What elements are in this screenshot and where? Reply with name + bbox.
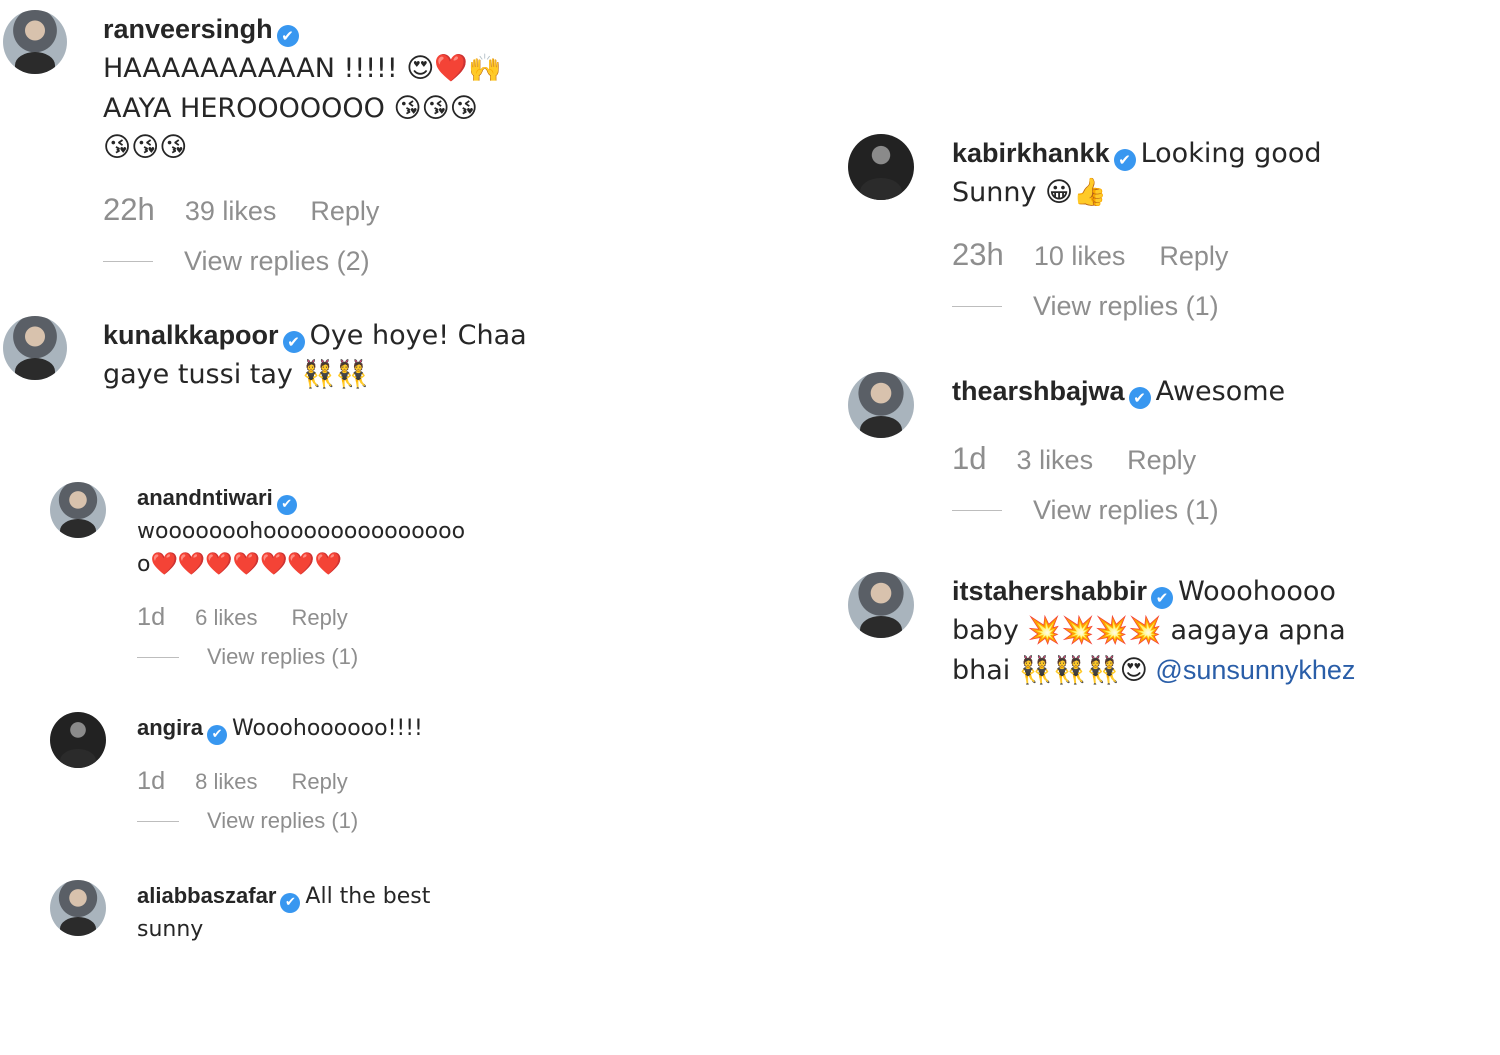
verified-badge-icon: ✔ bbox=[1128, 387, 1151, 409]
timestamp: 1d bbox=[137, 767, 166, 796]
comment-itstahershabbir: itstahershabbir ✔ Wooohoooo baby 💥💥💥💥 aaga… bbox=[848, 572, 1355, 690]
view-replies-label[interactable]: View replies (1) bbox=[207, 808, 358, 834]
avatar[interactable] bbox=[50, 712, 106, 768]
comment-line: wooooooohooooooooooooooo bbox=[137, 519, 466, 544]
comment-line: Wooohoooo bbox=[1178, 576, 1336, 607]
comment-body: kabirkhankk ✔ Looking good Sunny 😀👍 23h 10 … bbox=[952, 134, 1322, 322]
view-replies[interactable]: View replies (2) bbox=[103, 246, 502, 277]
timestamp: 22h bbox=[103, 191, 155, 227]
timestamp: 1d bbox=[952, 441, 987, 477]
comment-line: sunny bbox=[137, 917, 204, 943]
view-replies[interactable]: View replies (1) bbox=[137, 644, 465, 670]
view-replies[interactable]: View replies (1) bbox=[952, 495, 1285, 526]
reply-button[interactable]: Reply bbox=[292, 605, 348, 630]
avatar[interactable] bbox=[50, 482, 106, 538]
comment-body: thearshbajwa ✔ Awesome 1d 3 likes Reply View… bbox=[952, 372, 1285, 526]
comment-line: o❤️❤️❤️❤️❤️❤️❤️ bbox=[137, 552, 343, 578]
verified-badge-icon: ✔ bbox=[1151, 587, 1174, 609]
avatar[interactable] bbox=[848, 572, 914, 638]
comment-line: All the best bbox=[305, 884, 431, 909]
comment-angira: angira ✔ Wooohoooooo!!!! 1d 8 likes Reply Vi… bbox=[50, 712, 423, 834]
comment-kabirkhankk: kabirkhankk ✔ Looking good Sunny 😀👍 23h 10 … bbox=[848, 134, 1322, 322]
comment-meta: 23h 10 likes Reply bbox=[952, 237, 1322, 273]
username[interactable]: aliabbaszafar bbox=[137, 883, 276, 908]
verified-badge-icon: ✔ bbox=[276, 495, 297, 515]
comment-ranveersingh: ranveersingh ✔ HAAAAAAAAAAN !!!!! 😍❤️🙌 AA… bbox=[3, 10, 502, 277]
comment-body: anandntiwari ✔ wooooooohooooooooooooooo o… bbox=[137, 482, 465, 670]
verified-badge-icon: ✔ bbox=[280, 893, 301, 913]
reply-button[interactable]: Reply bbox=[1159, 241, 1228, 271]
likes-count[interactable]: 10 likes bbox=[1034, 241, 1126, 271]
replies-divider bbox=[103, 260, 153, 262]
likes-count[interactable]: 6 likes bbox=[195, 605, 257, 630]
comment-body: angira ✔ Wooohoooooo!!!! 1d 8 likes Reply Vi… bbox=[137, 712, 423, 834]
reply-button[interactable]: Reply bbox=[310, 196, 379, 226]
avatar[interactable] bbox=[848, 372, 914, 438]
timestamp: 1d bbox=[137, 603, 166, 632]
likes-count[interactable]: 39 likes bbox=[185, 196, 277, 226]
username[interactable]: angira bbox=[137, 715, 203, 740]
username[interactable]: thearshbajwa bbox=[952, 376, 1125, 406]
comment-meta: 1d 6 likes Reply bbox=[137, 603, 465, 632]
verified-badge-icon: ✔ bbox=[207, 725, 228, 745]
username[interactable]: kabirkhankk bbox=[952, 138, 1110, 168]
view-replies[interactable]: View replies (1) bbox=[137, 808, 423, 834]
comment-line: Oye hoye! Chaa bbox=[309, 320, 527, 351]
username[interactable]: kunalkkapoor bbox=[103, 320, 279, 350]
replies-divider bbox=[137, 820, 179, 822]
comment-line: Sunny 😀👍 bbox=[952, 177, 1107, 209]
avatar[interactable] bbox=[3, 10, 67, 74]
avatar[interactable] bbox=[848, 134, 914, 200]
likes-count[interactable]: 3 likes bbox=[1017, 445, 1094, 475]
comment-thearshbajwa: thearshbajwa ✔ Awesome 1d 3 likes Reply View… bbox=[848, 372, 1285, 526]
comment-aliabbaszafar: aliabbaszafar ✔ All the best sunny bbox=[50, 880, 430, 946]
comment-anandntiwari: anandntiwari ✔ wooooooohooooooooooooooo o… bbox=[50, 482, 465, 670]
comment-line: HAAAAAAAAAAN !!!!! 😍❤️🙌 bbox=[103, 53, 502, 85]
view-replies-label[interactable]: View replies (2) bbox=[184, 246, 370, 277]
comment-line: Awesome bbox=[1155, 376, 1286, 407]
comment-line: bhai 👯👯👯😍 bbox=[952, 654, 1148, 686]
comment-body: aliabbaszafar ✔ All the best sunny bbox=[137, 880, 430, 946]
comment-line: AAYA HEROOOOOOO 😘😘😘 bbox=[103, 92, 478, 124]
comment-line: baby 💥💥💥💥 aagaya apna bbox=[952, 615, 1346, 647]
verified-badge-icon: ✔ bbox=[276, 25, 299, 47]
view-replies[interactable]: View replies (1) bbox=[952, 291, 1322, 322]
replies-divider bbox=[952, 510, 1002, 512]
view-replies-label[interactable]: View replies (1) bbox=[207, 644, 358, 670]
username[interactable]: ranveersingh bbox=[103, 14, 273, 44]
avatar[interactable] bbox=[3, 316, 67, 380]
replies-divider bbox=[137, 656, 179, 658]
comment-body: kunalkkapoor ✔ Oye hoye! Chaa gaye tussi t… bbox=[103, 316, 527, 395]
comment-line: Looking good bbox=[1140, 138, 1322, 169]
comment-body: itstahershabbir ✔ Wooohoooo baby 💥💥💥💥 aaga… bbox=[952, 572, 1355, 690]
view-replies-label[interactable]: View replies (1) bbox=[1033, 291, 1219, 322]
view-replies-label[interactable]: View replies (1) bbox=[1033, 495, 1219, 526]
comment-meta: 22h 39 likes Reply bbox=[103, 192, 502, 228]
comment-meta: 1d 8 likes Reply bbox=[137, 767, 423, 796]
comment-line: Wooohoooooo!!!! bbox=[232, 716, 423, 741]
comment-body: ranveersingh ✔ HAAAAAAAAAAN !!!!! 😍❤️🙌 AA… bbox=[103, 10, 502, 277]
reply-button[interactable]: Reply bbox=[1127, 445, 1196, 475]
username[interactable]: anandntiwari bbox=[137, 485, 273, 510]
username[interactable]: itstahershabbir bbox=[952, 576, 1147, 606]
comment-line: 😘😘😘 bbox=[103, 132, 188, 164]
mention-link[interactable]: @sunsunnykhez bbox=[1155, 655, 1355, 685]
timestamp: 23h bbox=[952, 236, 1004, 272]
comment-meta: 1d 3 likes Reply bbox=[952, 441, 1285, 477]
verified-badge-icon: ✔ bbox=[282, 331, 305, 353]
avatar[interactable] bbox=[50, 880, 106, 936]
reply-button[interactable]: Reply bbox=[292, 769, 348, 794]
likes-count[interactable]: 8 likes bbox=[195, 769, 257, 794]
verified-badge-icon: ✔ bbox=[1113, 149, 1136, 171]
comment-line: gaye tussi tay 👯👯 bbox=[103, 359, 369, 391]
comment-kunalkkapoor: kunalkkapoor ✔ Oye hoye! Chaa gaye tussi t… bbox=[3, 316, 527, 395]
replies-divider bbox=[952, 305, 1002, 307]
